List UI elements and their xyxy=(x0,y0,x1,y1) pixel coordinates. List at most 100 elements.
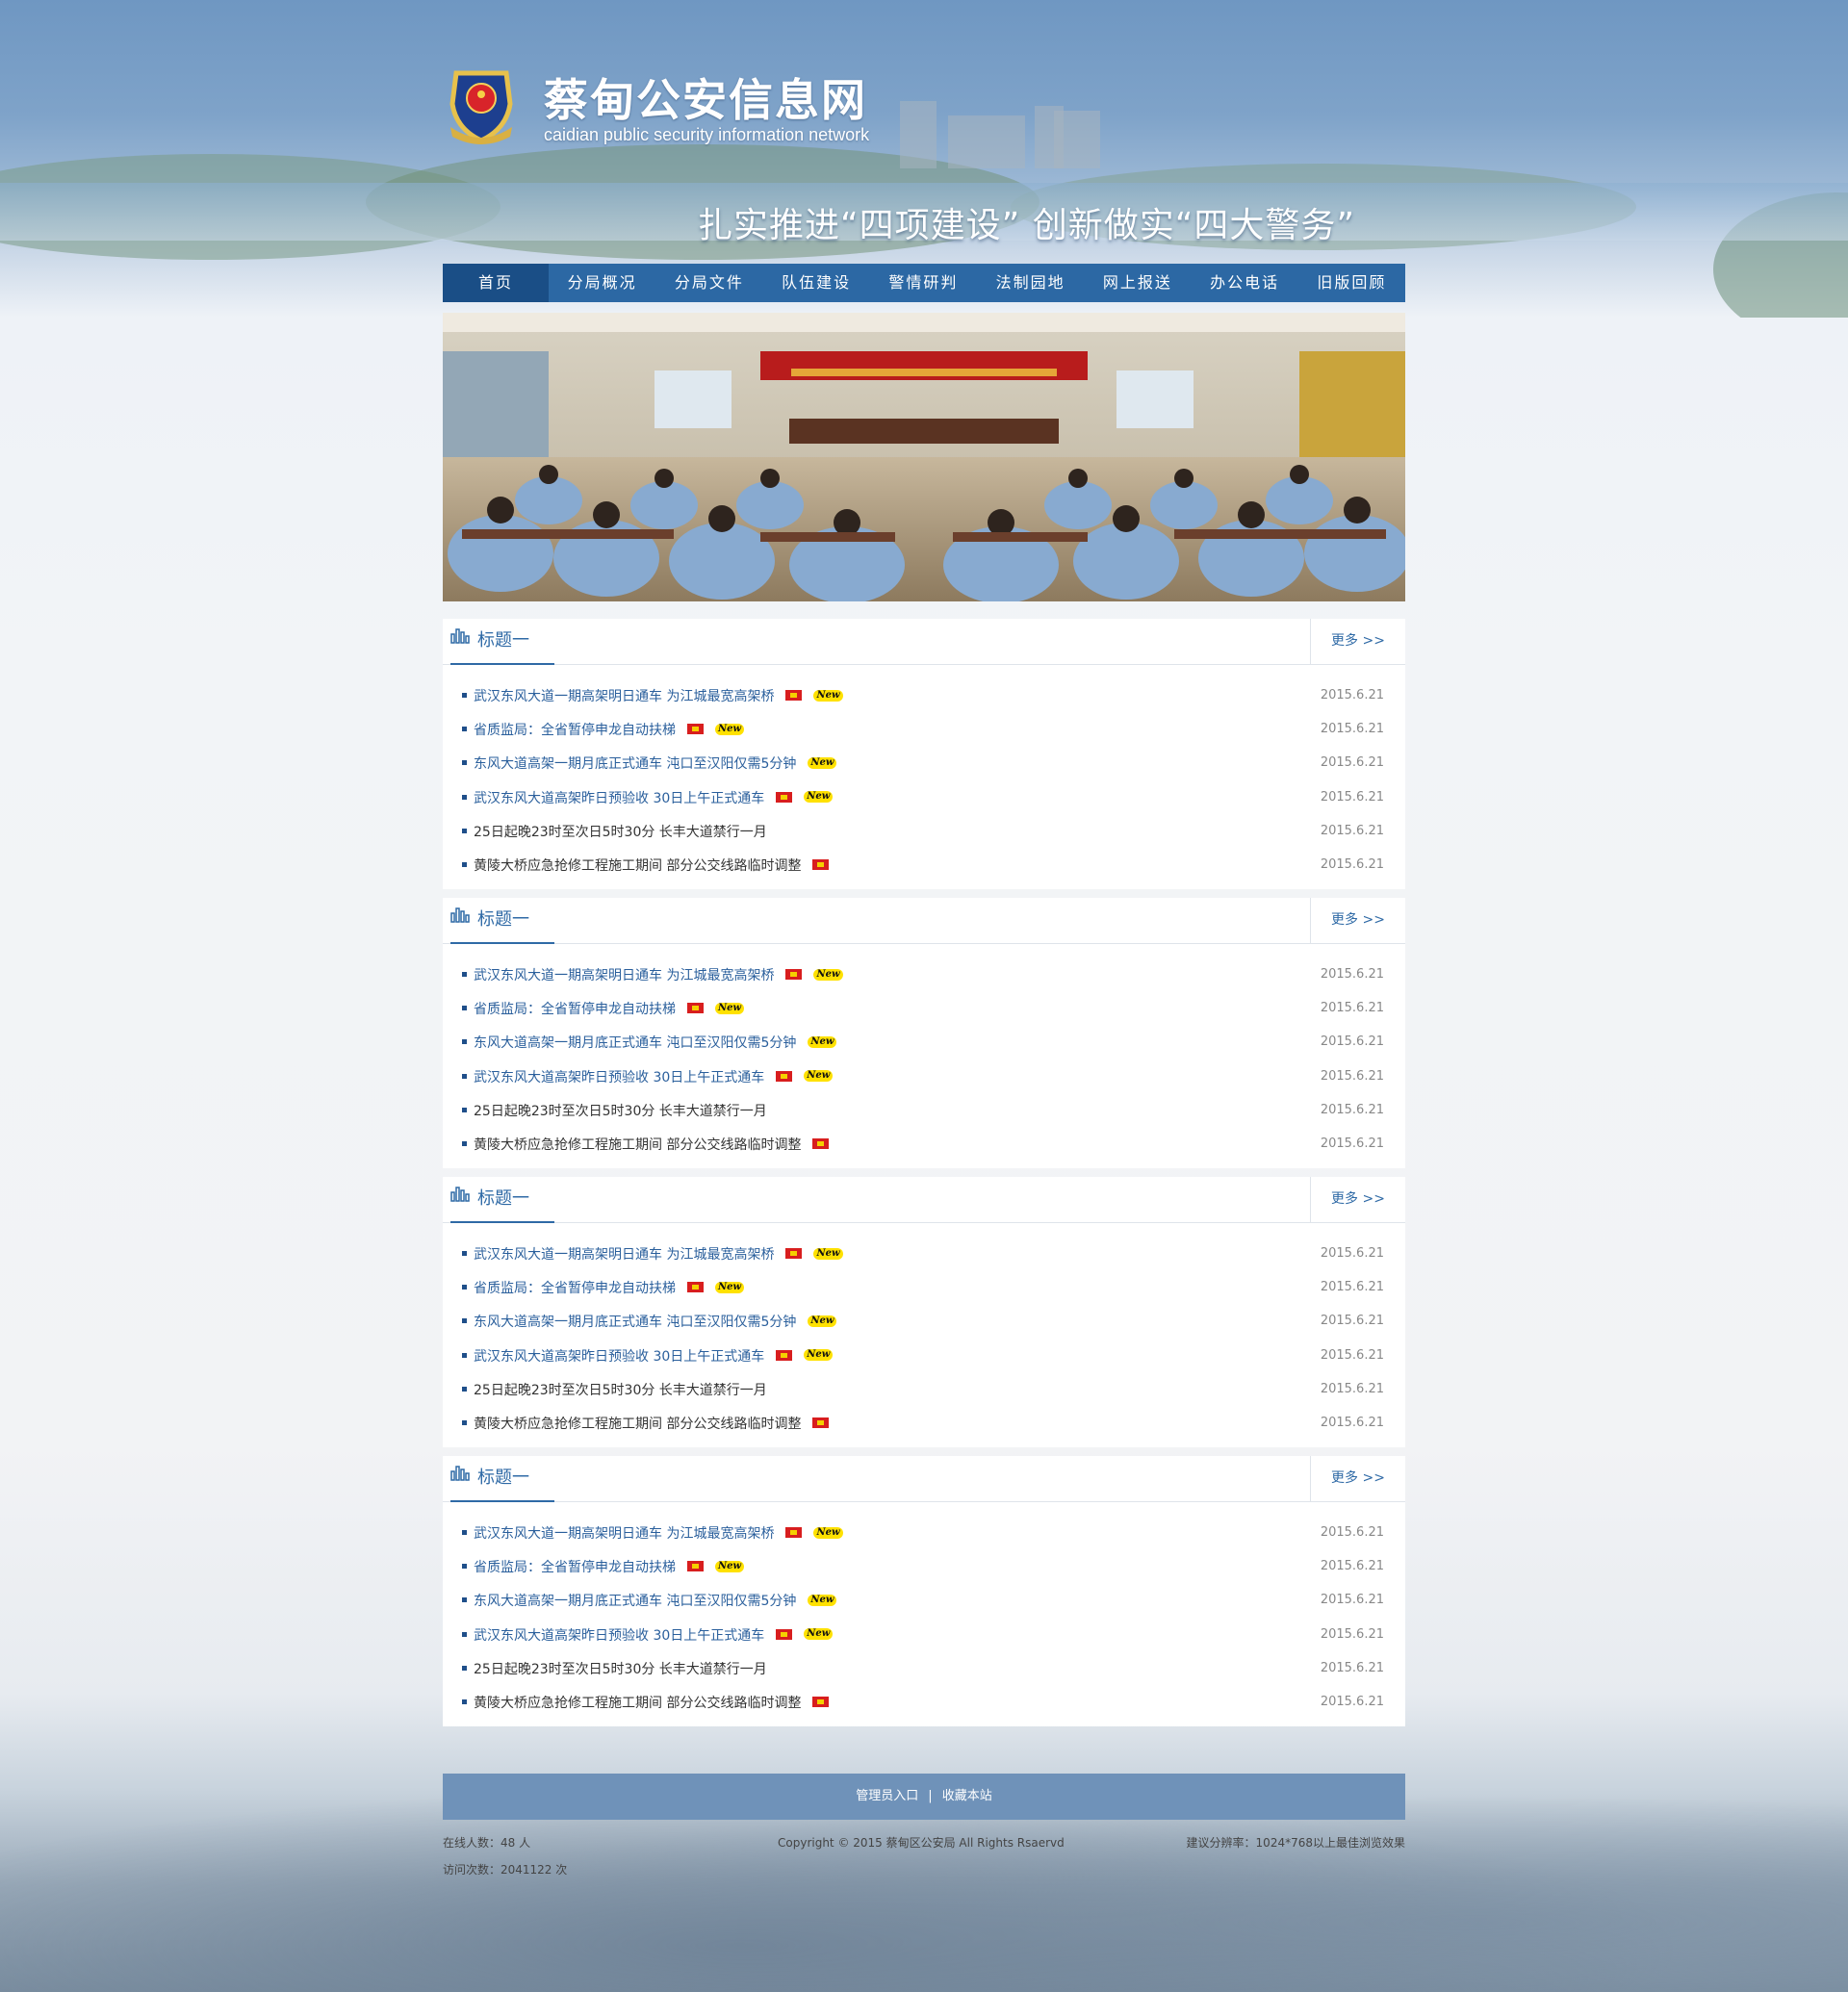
panel-header: 标题一 更多 >> xyxy=(443,1456,1405,1502)
news-link[interactable]: 武汉东风大道高架昨日预验收 30日上午正式通车 xyxy=(474,1070,764,1085)
bullet-icon xyxy=(462,1665,467,1671)
more-link[interactable]: 更多 >> xyxy=(1310,619,1405,664)
news-link[interactable]: 25日起晚23时至次日5时30分 长丰大道禁行一月 xyxy=(474,1662,767,1677)
list-item: 武汉东风大道高架昨日预验收 30日上午正式通车 New 2015.6.21 xyxy=(443,1618,1405,1651)
more-link[interactable]: 更多 >> xyxy=(1310,1177,1405,1222)
nav-item-home[interactable]: 首页 xyxy=(443,264,549,302)
news-link[interactable]: 省质监局：全省暂停申龙自动扶梯 xyxy=(474,1281,676,1296)
news-link[interactable]: 黄陵大桥应急抢修工程施工期间 部分公交线路临时调整 xyxy=(474,1137,801,1153)
news-link[interactable]: 东风大道高架一期月底正式通车 沌口至汉阳仅需5分钟 xyxy=(474,1594,796,1609)
visit-count: 访问次数：2041122 次 xyxy=(443,1863,568,1877)
bookmark-link[interactable]: 收藏本站 xyxy=(942,1789,992,1803)
news-link[interactable]: 武汉东风大道一期高架明日通车 为江城最宽高架桥 xyxy=(474,1526,774,1542)
news-link[interactable]: 武汉东风大道一期高架明日通车 为江城最宽高架桥 xyxy=(474,968,774,983)
more-link[interactable]: 更多 >> xyxy=(1310,898,1405,943)
news-link[interactable]: 省质监局：全省暂停申龙自动扶梯 xyxy=(474,1002,676,1017)
bullet-icon xyxy=(462,1073,467,1079)
news-date: 2015.6.21 xyxy=(1320,1068,1384,1084)
list-item: 25日起晚23时至次日5时30分 长丰大道禁行一月 2015.6.21 xyxy=(443,814,1405,848)
nav-item-phone[interactable]: 办公电话 xyxy=(1192,264,1298,302)
news-link[interactable]: 黄陵大桥应急抢修工程施工期间 部分公交线路临时调整 xyxy=(474,1417,801,1432)
news-date: 2015.6.21 xyxy=(1320,1280,1384,1295)
bullet-icon xyxy=(462,794,467,800)
nav-item-overview[interactable]: 分局概况 xyxy=(549,264,655,302)
news-link[interactable]: 25日起晚23时至次日5时30分 长丰大道禁行一月 xyxy=(474,825,767,840)
nav-item-analysis[interactable]: 警情研判 xyxy=(870,264,977,302)
news-link[interactable]: 东风大道高架一期月底正式通车 沌口至汉阳仅需5分钟 xyxy=(474,1035,796,1051)
list-item: 省质监局：全省暂停申龙自动扶梯 New 2015.6.21 xyxy=(443,1549,1405,1583)
list-item: 黄陵大桥应急抢修工程施工期间 部分公交线路临时调整 2015.6.21 xyxy=(443,848,1405,881)
news-date: 2015.6.21 xyxy=(1320,1626,1384,1642)
more-link[interactable]: 更多 >> xyxy=(1310,1456,1405,1501)
nav-item-documents[interactable]: 分局文件 xyxy=(655,264,762,302)
bullet-icon xyxy=(462,1140,467,1146)
news-link[interactable]: 武汉东风大道高架昨日预验收 30日上午正式通车 xyxy=(474,1628,764,1644)
news-link[interactable]: 25日起晚23时至次日5时30分 长丰大道禁行一月 xyxy=(474,1104,767,1119)
list-item: 东风大道高架一期月底正式通车 沌口至汉阳仅需5分钟 New 2015.6.21 xyxy=(443,1025,1405,1059)
list-item: 武汉东风大道高架昨日预验收 30日上午正式通车 New 2015.6.21 xyxy=(443,1339,1405,1372)
news-date: 2015.6.21 xyxy=(1320,1694,1384,1709)
new-badge-icon: New xyxy=(808,1594,837,1606)
china-flag-icon xyxy=(776,791,793,803)
bullet-icon xyxy=(462,1107,467,1112)
bullet-icon xyxy=(462,1285,467,1290)
news-list: 武汉东风大道一期高架明日通车 为江城最宽高架桥 New 2015.6.21 省质监局… xyxy=(443,1502,1405,1719)
news-link[interactable]: 武汉东风大道一期高架明日通车 为江城最宽高架桥 xyxy=(474,1247,774,1263)
news-link[interactable]: 武汉东风大道高架昨日预验收 30日上午正式通车 xyxy=(474,1349,764,1365)
china-flag-icon xyxy=(687,1561,704,1572)
news-link[interactable]: 东风大道高架一期月底正式通车 沌口至汉阳仅需5分钟 xyxy=(474,1315,796,1330)
news-link[interactable]: 省质监局：全省暂停申龙自动扶梯 xyxy=(474,723,676,738)
news-date: 2015.6.21 xyxy=(1320,1525,1384,1540)
bullet-icon xyxy=(462,693,467,698)
china-flag-icon xyxy=(776,1070,793,1082)
new-badge-icon: New xyxy=(715,1281,745,1293)
admin-login-link[interactable]: 管理员入口 xyxy=(856,1789,918,1803)
china-flag-icon xyxy=(687,1003,704,1014)
news-link[interactable]: 武汉东风大道一期高架明日通车 为江城最宽高架桥 xyxy=(474,689,774,704)
panel-header: 标题一 更多 >> xyxy=(443,619,1405,665)
china-flag-icon xyxy=(812,858,830,870)
bullet-icon xyxy=(462,1631,467,1637)
news-link[interactable]: 东风大道高架一期月底正式通车 沌口至汉阳仅需5分钟 xyxy=(474,756,796,772)
bullet-icon xyxy=(462,1386,467,1392)
news-date: 2015.6.21 xyxy=(1320,823,1384,838)
news-date: 2015.6.21 xyxy=(1320,967,1384,982)
bullet-icon xyxy=(462,1564,467,1570)
new-badge-icon: New xyxy=(813,1247,843,1260)
bar-chart-icon xyxy=(450,1454,472,1498)
bullet-icon xyxy=(462,1251,467,1256)
news-link[interactable]: 黄陵大桥应急抢修工程施工期间 部分公交线路临时调整 xyxy=(474,858,801,874)
list-item: 东风大道高架一期月底正式通车 沌口至汉阳仅需5分钟 New 2015.6.21 xyxy=(443,1304,1405,1338)
bar-chart-icon xyxy=(450,1175,472,1219)
news-list: 武汉东风大道一期高架明日通车 为江城最宽高架桥 New 2015.6.21 省质监局… xyxy=(443,1223,1405,1440)
list-item: 武汉东风大道高架昨日预验收 30日上午正式通车 New 2015.6.21 xyxy=(443,1060,1405,1093)
list-item: 东风大道高架一期月底正式通车 沌口至汉阳仅需5分钟 New 2015.6.21 xyxy=(443,746,1405,779)
bullet-icon xyxy=(462,1530,467,1535)
footer-bar: 管理员入口 | 收藏本站 xyxy=(443,1774,1405,1820)
news-link[interactable]: 省质监局：全省暂停申龙自动扶梯 xyxy=(474,1560,676,1575)
news-link[interactable]: 25日起晚23时至次日5时30分 长丰大道禁行一月 xyxy=(474,1383,767,1398)
nav-item-report[interactable]: 网上报送 xyxy=(1084,264,1191,302)
bullet-icon xyxy=(462,727,467,732)
news-date: 2015.6.21 xyxy=(1320,1246,1384,1261)
new-badge-icon: New xyxy=(715,723,745,735)
china-flag-icon xyxy=(776,1349,793,1361)
bullet-icon xyxy=(462,828,467,833)
new-badge-icon: New xyxy=(808,756,837,769)
new-badge-icon: New xyxy=(715,1002,745,1014)
list-item: 黄陵大桥应急抢修工程施工期间 部分公交线路临时调整 2015.6.21 xyxy=(443,1685,1405,1719)
nav-item-legal[interactable]: 法制园地 xyxy=(977,264,1084,302)
china-flag-icon xyxy=(812,1137,830,1149)
bullet-icon xyxy=(462,1352,467,1358)
new-badge-icon: New xyxy=(804,1628,834,1641)
new-badge-icon: New xyxy=(808,1315,837,1327)
banner-image[interactable] xyxy=(443,313,1405,601)
news-link[interactable]: 武汉东风大道高架昨日预验收 30日上午正式通车 xyxy=(474,791,764,806)
nav-item-team[interactable]: 队伍建设 xyxy=(763,264,870,302)
news-date: 2015.6.21 xyxy=(1320,1314,1384,1329)
news-date: 2015.6.21 xyxy=(1320,1102,1384,1117)
new-badge-icon: New xyxy=(808,1035,837,1048)
nav-item-archive[interactable]: 旧版回顾 xyxy=(1298,264,1405,302)
news-date: 2015.6.21 xyxy=(1320,722,1384,737)
news-link[interactable]: 黄陵大桥应急抢修工程施工期间 部分公交线路临时调整 xyxy=(474,1696,801,1711)
